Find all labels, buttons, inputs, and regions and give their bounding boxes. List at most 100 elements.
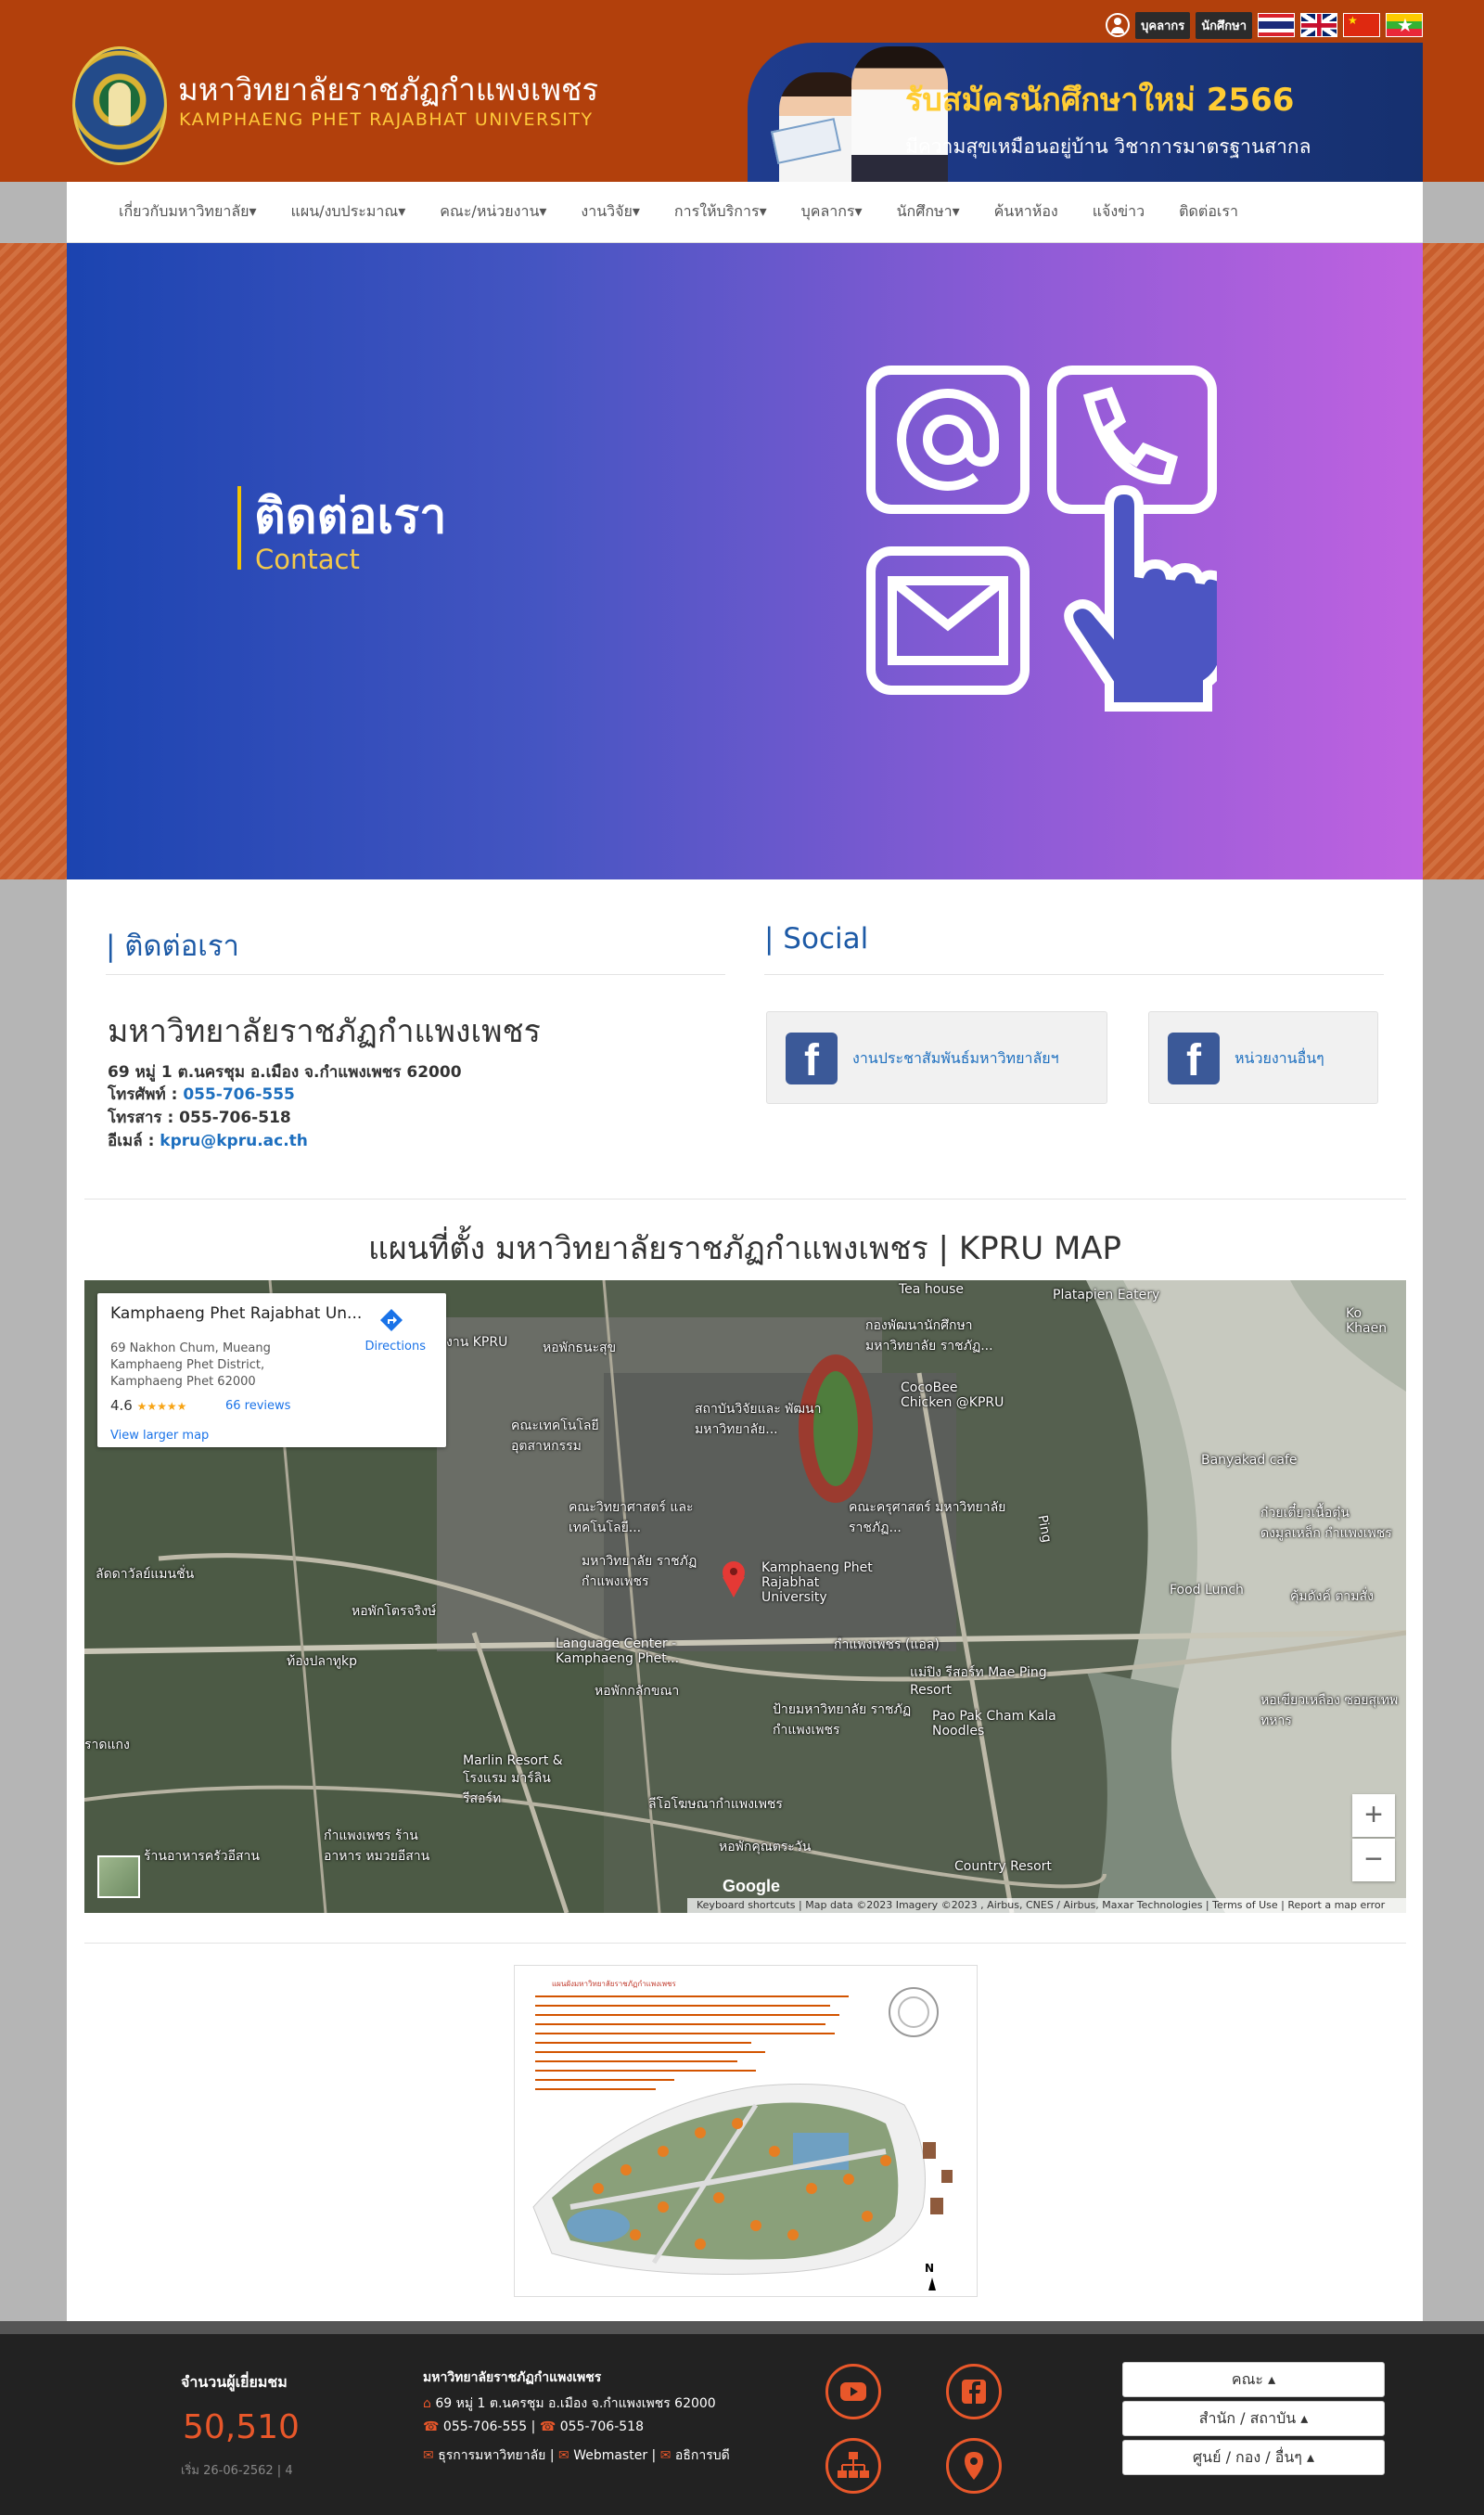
map-label: งาน KPRU	[446, 1335, 508, 1350]
nav-faculties[interactable]: คณะ/หน่วยงาน▾	[440, 200, 546, 224]
banner-subtitle: มีความสุขเหมือนอยู่บ้าน วิชาการมาตรฐานสา…	[905, 135, 1311, 158]
star-rating-icon: ★★★★★	[136, 1400, 187, 1413]
zoom-in-button[interactable]: +	[1352, 1794, 1395, 1837]
place-title[interactable]: Kamphaeng Phet Rajabhat Un...	[110, 1304, 362, 1323]
place-address-line: Kamphaeng Phet 62000	[110, 1375, 256, 1389]
nav-news[interactable]: แจ้งข่าว	[1093, 200, 1145, 224]
facebook-pr-link[interactable]: f งานประชาสัมพันธ์มหาวิทยาลัยฯ	[766, 1011, 1107, 1104]
mail-president-link[interactable]: อธิการบดี	[675, 2448, 730, 2463]
facebook-button[interactable]	[946, 2364, 1002, 2419]
email-link[interactable]: kpru@kpru.ac.th	[160, 1132, 308, 1150]
fax-icon: ☎	[539, 2419, 556, 2434]
map-label: ป้ายมหาวิทยาลัย ราชภัฏกำแพงเพชร	[773, 1702, 912, 1738]
place-rating: 4.6 ★★★★★	[110, 1397, 187, 1414]
map-heading: แผนที่ตั้ง มหาวิทยาลัยราชภัฏกำแพงเพชร | …	[367, 1230, 1122, 1267]
map-label: Platapien Eatery	[1053, 1288, 1160, 1302]
caret-up-icon: ▴	[1300, 2409, 1309, 2427]
map-label: หอพักคุณตระวัน	[719, 1840, 812, 1854]
fax-number: 055-706-518	[179, 1109, 291, 1127]
facebook-pr-label: งานประชาสัมพันธ์มหาวิทยาลัยฯ	[852, 1049, 1059, 1067]
nav-staff[interactable]: บุคลากร▾	[801, 200, 863, 224]
north-arrow-icon: N	[925, 2262, 934, 2275]
map-label: แม่ปิง รีสอร์ท Mae Ping Resort	[910, 1665, 1047, 1698]
facebook-other-link[interactable]: f หน่วยงานอื่นๆ	[1148, 1011, 1378, 1104]
sitemap-button[interactable]	[825, 2438, 881, 2494]
map-attribution[interactable]: Keyboard shortcuts | Map data ©2023 Imag…	[687, 1898, 1406, 1913]
nav-services[interactable]: การให้บริการ▾	[674, 200, 767, 224]
map-label: ร้านอาหารครัวอีสาน	[144, 1849, 260, 1864]
logo-title-english[interactable]: KAMPHAENG PHET RAJABHAT UNIVERSITY	[179, 109, 594, 130]
logo-title-thai[interactable]: มหาวิทยาลัยราชภัฏกำแพงเพชร	[178, 65, 598, 114]
reviews-link[interactable]: 66 reviews	[225, 1399, 290, 1413]
google-map[interactable]: Tea house Platapien Eatery Ko Khaen กองพ…	[84, 1280, 1406, 1913]
campus-map-title: แผนผังมหาวิทยาลัยราชภัฏกำแพงเพชร	[552, 1980, 676, 1988]
campus-map-image[interactable]: แผนผังมหาวิทยาลัยราชภัฏกำแพงเพชร N	[514, 1965, 978, 2297]
map-label: คณะเทคโนโลยี อุตสาหกรรม	[511, 1418, 599, 1454]
center-dropdown[interactable]: ศูนย์ / กอง / อื่นๆ ▴	[1122, 2440, 1385, 2475]
nav-students[interactable]: นักศึกษา▾	[897, 200, 960, 224]
directions-link[interactable]: Directions	[365, 1340, 426, 1354]
map-label: กำแพงเพชร (แอล)	[834, 1637, 940, 1652]
top-bar: บุคลากร นักศึกษา	[1106, 11, 1423, 39]
thai-flag-icon[interactable]	[1258, 13, 1295, 37]
admission-banner[interactable]: รับสมัครนักศึกษาใหม่ 2566 มีความสุขเหมือ…	[748, 43, 1423, 182]
main-navigation: เกี่ยวกับมหาวิทยาลัย▾ แผน/งบประมาณ▾ คณะ/…	[67, 182, 1423, 243]
divider	[84, 1943, 1406, 1944]
user-icon[interactable]	[1106, 13, 1131, 37]
nav-about[interactable]: เกี่ยวกับมหาวิทยาลัย▾	[119, 200, 257, 224]
youtube-button[interactable]	[825, 2364, 881, 2419]
map-layer-toggle[interactable]	[97, 1855, 140, 1898]
zoom-out-button[interactable]: −	[1352, 1839, 1395, 1881]
map-label: หอเขียวเหลือง ซอยสุเทพทหาร	[1260, 1693, 1399, 1728]
contact-email-row: อีเมล์ : kpru@kpru.ac.th	[108, 1132, 308, 1150]
staff-button[interactable]: บุคลากร	[1135, 11, 1191, 39]
footer-university-name: มหาวิทยาลัยราชภัฏกำแพงเพชร	[423, 2370, 602, 2385]
directions-icon[interactable]	[379, 1308, 403, 1332]
footer-address: ⌂ 69 หมู่ 1 ต.นครชุม อ.เมือง จ.กำแพงเพชร…	[423, 2396, 716, 2411]
sitemap-icon	[838, 2452, 869, 2478]
decorative-stripes-right	[1423, 243, 1484, 879]
facebook-icon: f	[786, 1033, 838, 1085]
envelope-icon	[866, 546, 1030, 695]
divider	[84, 1199, 1406, 1200]
phone-link[interactable]: 055-706-555	[183, 1085, 295, 1104]
nav-research[interactable]: งานวิจัย▾	[581, 200, 640, 224]
site-footer: จำนวนผู้เยี่ยมชม 50,510 เริ่ม 26-06-2562…	[0, 2334, 1484, 2515]
campus-map-drawing: แผนผังมหาวิทยาลัยราชภัฏกำแพงเพชร N	[515, 1966, 977, 2296]
footer-top-bar	[0, 2321, 1484, 2334]
map-label: ก๋วยเตี๋ยวเนื้อตุ๋น ดงมูลเหล็ก กำแพงเพชร	[1260, 1506, 1392, 1541]
map-label: กำแพงเพชร ร้าน อาหาร หมวยอีสาน	[324, 1829, 430, 1864]
map-label: Ping	[1034, 1513, 1055, 1545]
student-button[interactable]: นักศึกษา	[1196, 11, 1252, 39]
nav-contact[interactable]: ติดต่อเรา	[1179, 200, 1238, 224]
map-label: ลีโอโฆษณากำแพงเพชร	[648, 1797, 783, 1812]
faculty-dropdown[interactable]: คณะ ▴	[1122, 2362, 1385, 2397]
map-label: CocoBee Chicken @KPRU	[901, 1380, 1004, 1410]
social-heading: | Social	[764, 922, 869, 956]
place-address-line: Kamphaeng Phet District,	[110, 1358, 265, 1372]
facebook-icon	[962, 2380, 986, 2404]
contact-address: 69 หมู่ 1 ต.นครชุม อ.เมือง จ.กำแพงเพชร 6…	[108, 1063, 462, 1082]
contact-icons	[866, 366, 1217, 712]
myanmar-flag-icon[interactable]	[1386, 13, 1423, 37]
chinese-flag-icon[interactable]	[1343, 13, 1380, 37]
map-label: มหาวิทยาลัย ราชภัฏกำแพงเพชร	[582, 1554, 697, 1589]
mail-admin-link[interactable]: ธุรการมหาวิทยาลัย	[438, 2448, 545, 2463]
mail-icon: ✉	[558, 2448, 569, 2463]
office-dropdown[interactable]: สำนัก / สถาบัน ▴	[1122, 2401, 1385, 2436]
location-button[interactable]	[946, 2438, 1002, 2494]
nav-room-search[interactable]: ค้นหาห้อง	[994, 200, 1058, 224]
map-label: ราดแกง	[84, 1738, 130, 1752]
mail-webmaster-link[interactable]: Webmaster	[573, 2448, 647, 2463]
english-flag-icon[interactable]	[1300, 13, 1337, 37]
nav-plan-budget[interactable]: แผน/งบประมาณ▾	[291, 200, 406, 224]
map-label: คุ้มดังค์ ตามสั่ง	[1290, 1589, 1374, 1604]
pointing-hand-icon	[1064, 484, 1217, 712]
mail-icon: ✉	[659, 2448, 672, 2463]
map-label: หอพักธนะสุข	[543, 1341, 617, 1355]
divider	[106, 974, 725, 975]
visitor-since: เริ่ม 26-06-2562 | 4	[181, 2464, 293, 2478]
university-seal-logo[interactable]	[72, 46, 167, 165]
view-larger-map-link[interactable]: View larger map	[110, 1429, 209, 1443]
contact-heading: | ติดต่อเรา	[106, 930, 239, 963]
